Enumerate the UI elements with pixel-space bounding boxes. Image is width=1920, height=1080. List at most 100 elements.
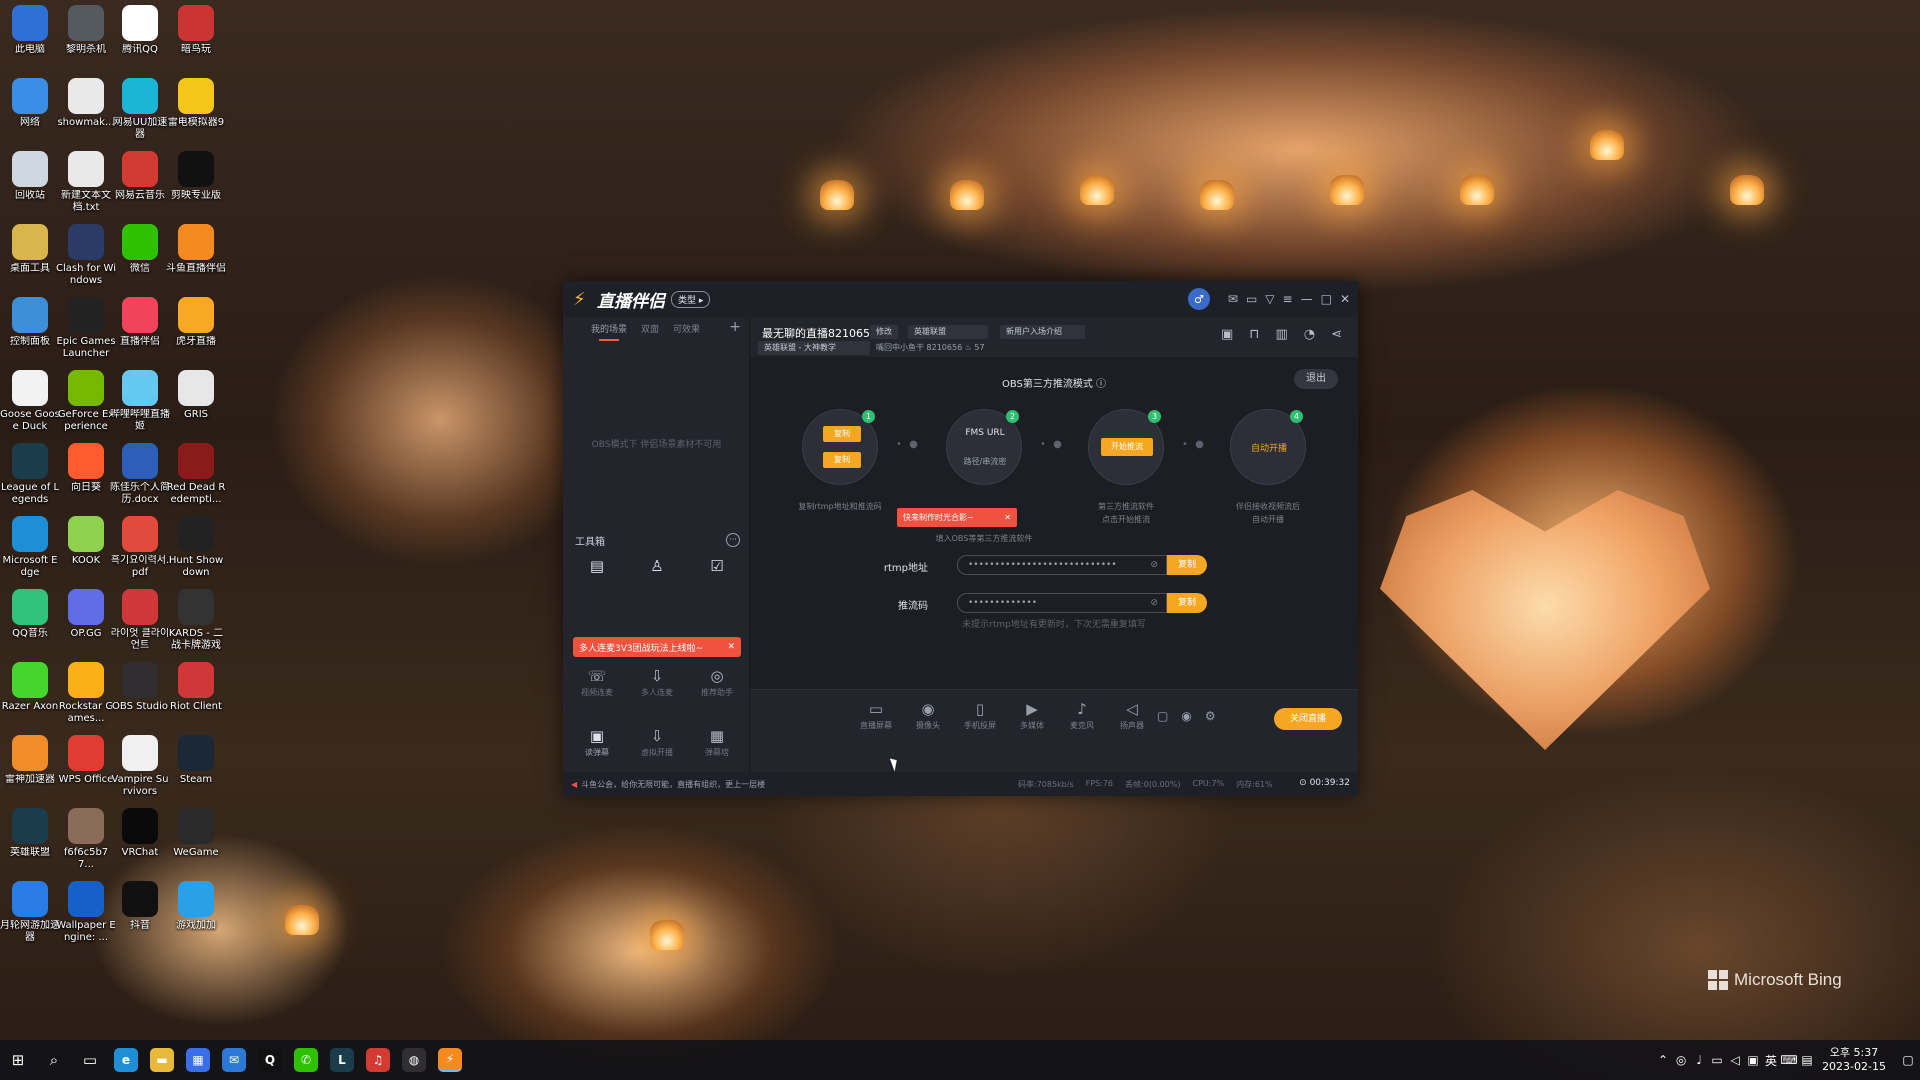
toolbox-more-icon[interactable]: ··· (726, 533, 740, 547)
desktop-icon[interactable]: 腾讯QQ (110, 2, 170, 56)
toast-close-icon[interactable]: ✕ (727, 642, 735, 652)
desktop-icon[interactable]: 哔哩哔哩直播姬 (110, 367, 170, 433)
share-icon[interactable]: ⋖ (1331, 327, 1342, 342)
desktop-icon[interactable]: OBS Studio (110, 659, 170, 713)
desktop-icon[interactable]: VRChat (110, 805, 170, 859)
tool-recommend[interactable]: ◎ 推荐助手 (689, 667, 745, 698)
intro-chip[interactable]: 新用户入场介绍 (1000, 325, 1085, 339)
desktop-icon[interactable]: 斗鱼直播伴侣 (166, 221, 226, 275)
edit-title-button[interactable]: 修改 (870, 325, 898, 339)
settings-gear-icon[interactable]: ⚙ (1205, 709, 1216, 723)
taskbar-obs[interactable]: ◍ (396, 1040, 432, 1080)
desktop-icon[interactable]: 控制面板 (0, 294, 60, 348)
tool-multi-link[interactable]: ⇩ 多人连麦 (629, 667, 685, 698)
skin-icon[interactable]: ▽ (1265, 292, 1274, 306)
tray-volume-icon[interactable]: ◁ (1726, 1053, 1744, 1067)
desktop-icon[interactable]: Vampire Survivors (110, 732, 170, 798)
desktop-icon[interactable]: 桌面工具 (0, 221, 60, 275)
desktop-icon[interactable]: 月轮网游加速器 (0, 878, 60, 944)
tray-language[interactable]: 英 (1762, 1052, 1780, 1069)
microphone-button[interactable]: ♪ 麦克风 (1060, 700, 1104, 731)
desktop-icon[interactable]: GRIS (166, 367, 226, 421)
task-view-button[interactable]: ▭ (72, 1040, 108, 1080)
maximize-icon[interactable]: □ (1321, 292, 1332, 306)
desktop-icon[interactable]: 此电脑 (0, 2, 60, 56)
desktop-icon[interactable]: Riot Client (166, 659, 226, 713)
desktop-icon[interactable]: 剪映专业版 (166, 148, 226, 202)
minimize-icon[interactable]: — (1301, 292, 1313, 306)
close-icon[interactable]: ✕ (1340, 292, 1350, 306)
tray-mic-icon[interactable]: ♩ (1690, 1053, 1708, 1067)
search-button[interactable]: ⌕ (36, 1040, 72, 1080)
desktop-icon[interactable]: 英雄联盟 (0, 805, 60, 859)
bell-icon[interactable]: ◔ (1304, 327, 1315, 342)
preview-eye-icon[interactable]: ◉ (1181, 709, 1191, 723)
tool-video-link[interactable]: ☏ 视频连麦 (569, 667, 625, 698)
promo-tip[interactable]: 快来制作时光合影~ ✕ (897, 508, 1017, 527)
tray-ime-icon[interactable]: ▤ (1798, 1053, 1816, 1067)
desktop-icon[interactable]: QQ音乐 (0, 586, 60, 640)
tray-network-icon[interactable]: ▭ (1708, 1053, 1726, 1067)
desktop-icon[interactable]: Epic Games Launcher (56, 294, 116, 360)
tray-display-icon[interactable]: ▣ (1744, 1053, 1762, 1067)
tray-app-icon[interactable]: ◎ (1672, 1053, 1690, 1067)
tab-effects[interactable]: 可效果 (673, 322, 700, 335)
taskbar-mail[interactable]: ✉ (216, 1040, 252, 1080)
desktop-icon[interactable]: OP.GG (56, 586, 116, 640)
step1-copy-button[interactable]: 复制 (823, 426, 861, 442)
push-code-copy-button[interactable]: 复制 (1167, 593, 1207, 613)
desktop-icon[interactable]: GeForce Experience (56, 367, 116, 433)
desktop-icon[interactable]: League of Legends (0, 440, 60, 506)
desktop-icon[interactable]: 微信 (110, 221, 170, 275)
tool-task[interactable]: ☑ (689, 557, 745, 577)
title-bar[interactable]: ⚡ 直播伴侣 类型 ▸ ♂ ✉ ▭ ▽ ≡ — □ ✕ (563, 281, 1358, 317)
message-icon[interactable]: ▭ (1246, 292, 1257, 306)
category-chip[interactable]: 英雄联盟 (908, 325, 988, 339)
desktop-icon[interactable]: 抖音 (110, 878, 170, 932)
tool-read-danmaku[interactable]: ▣ 读弹幕 (569, 727, 625, 758)
desktop-icon[interactable]: Razer Axon (0, 659, 60, 713)
desktop-icon[interactable]: 网易UU加速器 (110, 75, 170, 141)
desktop-icon[interactable]: 新建文本文档.txt (56, 148, 116, 214)
taskbar-douyu[interactable]: ⚡ (432, 1040, 468, 1080)
desktop-icon[interactable]: 网易云音乐 (110, 148, 170, 202)
start-push-button[interactable]: 开始推流 (1101, 438, 1153, 456)
desktop-icon[interactable]: Microsoft Edge (0, 513, 60, 579)
rtmp-copy-button[interactable]: 复制 (1167, 555, 1207, 575)
start-button[interactable]: ⊞ (0, 1040, 36, 1080)
desktop-icon[interactable]: WeGame (166, 805, 226, 859)
desktop-icon[interactable]: 直播伴侣 (110, 294, 170, 348)
desktop-icon[interactable]: Wallpaper Engine: ... (56, 878, 116, 944)
desktop-icon[interactable]: 回收站 (0, 148, 60, 202)
notice[interactable]: ◀ 斗鱼公会，给你无限可能，直播有组织，更上一层楼 (571, 779, 765, 790)
desktop-icon[interactable]: 雷电模拟器9 (166, 75, 226, 129)
desktop-icon[interactable]: 游戏加加 (166, 878, 226, 932)
speaker-button[interactable]: ◁ 扬声器 (1110, 700, 1154, 731)
desktop-icon[interactable]: Hunt Showdown (166, 513, 226, 579)
tray-keyboard-icon[interactable]: ⌨ (1780, 1053, 1798, 1067)
tip-close-icon[interactable]: ✕ (1004, 508, 1011, 527)
notification-center-icon[interactable]: ▢ (1896, 1053, 1920, 1067)
hide-eye-icon[interactable]: ⊘ (1150, 594, 1158, 612)
tool-danmaku-tower[interactable]: ▦ 弹幕塔 (689, 727, 745, 758)
desktop-icon[interactable]: 向日葵 (56, 440, 116, 494)
taskbar-store[interactable]: ▦ (180, 1040, 216, 1080)
desktop-icon[interactable]: KOOK (56, 513, 116, 567)
add-scene-button[interactable]: + (729, 319, 741, 335)
desktop-icon[interactable]: WPS Office (56, 732, 116, 786)
desktop-icon[interactable]: showmak... (56, 75, 116, 129)
step1-copy-button[interactable]: 复制 (823, 452, 861, 468)
desktop-icon[interactable]: Red Dead Redempti... (166, 440, 226, 506)
hide-eye-icon[interactable]: ⊘ (1150, 556, 1158, 574)
taskbar-wechat[interactable]: ✆ (288, 1040, 324, 1080)
desktop-icon[interactable]: KARDS - 二战卡牌游戏 (166, 586, 226, 652)
tray-expand-icon[interactable]: ⌃ (1654, 1053, 1672, 1067)
type-selector-button[interactable]: 类型 ▸ (671, 290, 711, 308)
desktop-icon[interactable]: Rockstar Games... (56, 659, 116, 725)
phone-cast-button[interactable]: ▯ 手机投屏 (958, 700, 1002, 731)
desktop-icon[interactable]: 虎牙直播 (166, 294, 226, 348)
tool-screen[interactable]: ▤ (569, 557, 625, 577)
lock-icon[interactable]: ⊓ (1249, 327, 1259, 342)
layout-icon[interactable]: ▥ (1275, 327, 1287, 342)
help-icon[interactable]: ⓘ (1096, 379, 1106, 390)
